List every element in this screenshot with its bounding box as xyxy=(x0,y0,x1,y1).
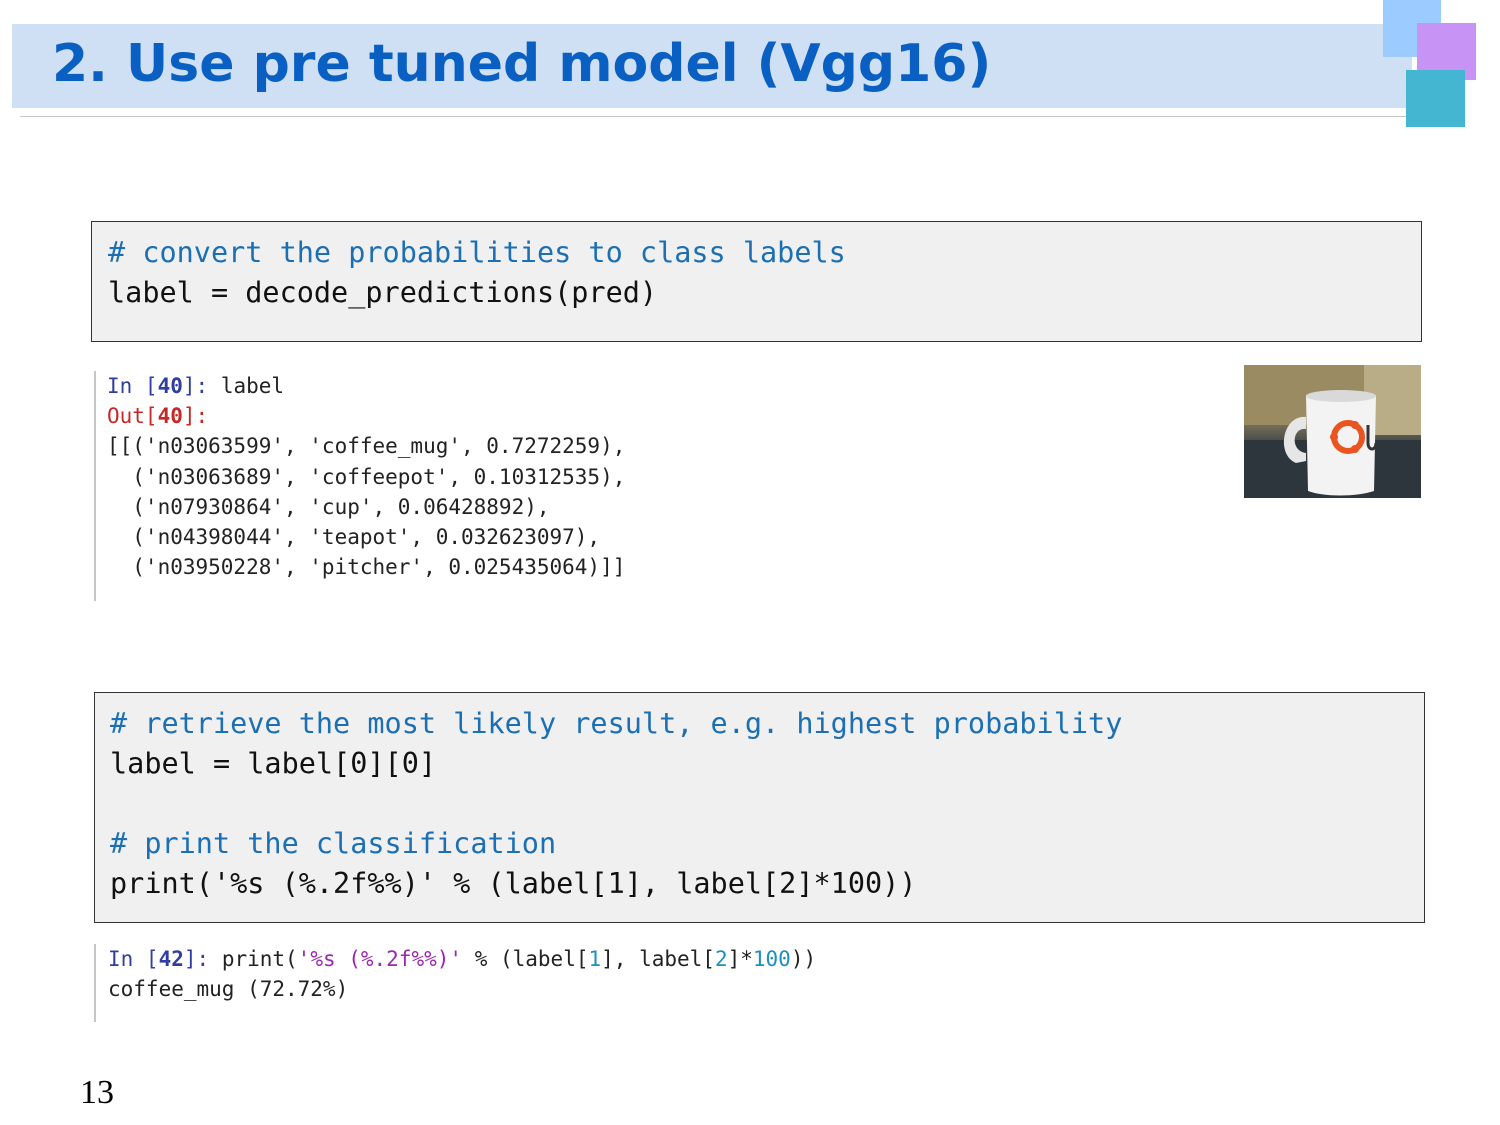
code-comment: # print the classification xyxy=(110,827,557,860)
code-comment: # retrieve the most likely result, e.g. … xyxy=(110,707,1123,740)
notebook-cell-print-output: In [42]: print('%s (%.2f%%)' % (label[1]… xyxy=(94,944,816,1022)
code-line: label = decode_predictions(pred) xyxy=(108,276,658,309)
title-divider xyxy=(20,116,1410,117)
decorative-square-teal xyxy=(1406,70,1465,127)
output-line: ('n03063689', 'coffeepot', 0.10312535), xyxy=(107,464,626,489)
code-block-decode: # convert the probabilities to class lab… xyxy=(91,221,1422,342)
output-line: ('n04398044', 'teapot', 0.032623097), xyxy=(107,524,601,549)
notebook-cell-label-output: In [40]: label Out[40]: [[('n03063599', … xyxy=(94,371,625,601)
code-block-print: # retrieve the most likely result, e.g. … xyxy=(94,692,1425,923)
output-line: ('n07930864', 'cup', 0.06428892), xyxy=(107,494,550,519)
output-line: ('n03950228', 'pitcher', 0.025435064)]] xyxy=(107,555,626,580)
code-line: print('%s (%.2f%%)' % (label[1], label[2… xyxy=(110,867,917,900)
input-prompt-line: In [42]: print('%s (%.2f%%)' % (label[1]… xyxy=(108,947,817,971)
print-output: coffee_mug (72.72%) xyxy=(108,977,349,1002)
in-prompt: In [40]: xyxy=(107,374,221,398)
page-number: 13 xyxy=(80,1074,114,1111)
out-prompt: Out[40]: xyxy=(107,404,209,429)
code-comment: # convert the probabilities to class lab… xyxy=(108,236,846,269)
input-prompt-line: In [40]: label xyxy=(107,371,625,401)
slide-title: 2. Use pre tuned model (Vgg16) xyxy=(52,34,992,94)
code-line: label = label[0][0] xyxy=(110,747,437,780)
output-prompt-line: Out[40]: xyxy=(107,401,625,431)
mug-illustration xyxy=(1244,365,1421,498)
coffee-mug-photo xyxy=(1244,365,1421,498)
in-prompt: In [42]: xyxy=(108,947,222,971)
input-code: label xyxy=(220,374,285,398)
output-line: [[('n03063599', 'coffee_mug', 0.7272259)… xyxy=(107,434,626,459)
